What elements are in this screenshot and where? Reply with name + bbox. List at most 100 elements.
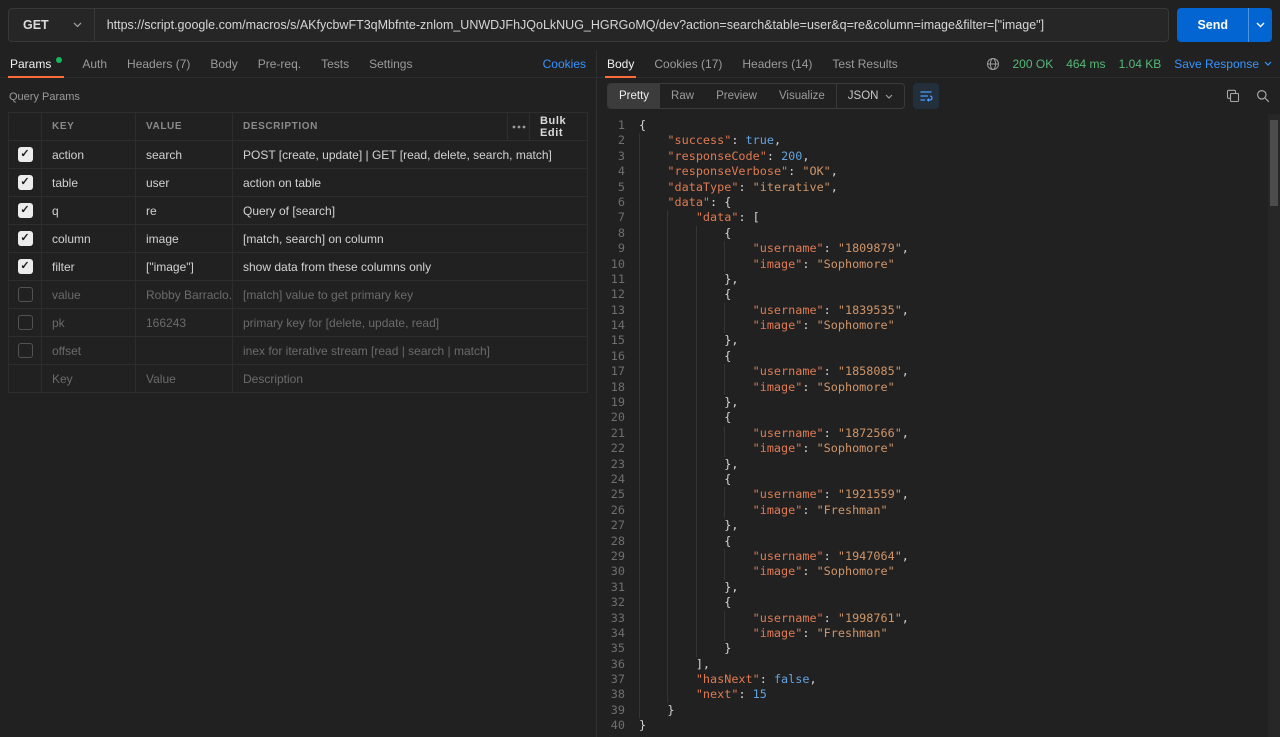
- param-key-cell[interactable]: column: [41, 225, 135, 252]
- request-tab-tests[interactable]: Tests: [311, 50, 359, 77]
- code-token: "1947064": [838, 549, 902, 563]
- save-response-button[interactable]: Save Response: [1174, 57, 1272, 71]
- response-tab-test-results[interactable]: Test Results: [822, 50, 907, 77]
- param-description-cell[interactable]: POST [create, update] | GET [read, delet…: [232, 141, 587, 168]
- param-enabled-checkbox[interactable]: [18, 343, 33, 358]
- param-value-cell[interactable]: search: [135, 141, 232, 168]
- param-key-cell[interactable]: value: [41, 281, 135, 308]
- indent-guide: [696, 564, 724, 579]
- param-value-input[interactable]: Value: [135, 365, 232, 392]
- view-tab-raw[interactable]: Raw: [660, 84, 705, 108]
- method-select[interactable]: GET: [9, 9, 95, 41]
- param-key-cell[interactable]: action: [41, 141, 135, 168]
- request-tab-settings[interactable]: Settings: [359, 50, 422, 77]
- indent-guide: [639, 441, 667, 456]
- param-checkbox-cell: [9, 197, 41, 224]
- request-tab-auth[interactable]: Auth: [72, 50, 117, 77]
- param-enabled-checkbox[interactable]: [18, 175, 33, 190]
- request-tab-headers-7[interactable]: Headers (7): [117, 50, 200, 77]
- tab-label: Body: [607, 57, 634, 71]
- copy-icon[interactable]: [1226, 89, 1240, 103]
- param-enabled-checkbox[interactable]: [18, 147, 33, 162]
- request-tab-params[interactable]: Params: [8, 50, 72, 77]
- request-tab-pre-req[interactable]: Pre-req.: [248, 50, 311, 77]
- code-text: "next": 15: [639, 687, 1280, 702]
- scrollbar-thumb[interactable]: [1270, 120, 1278, 206]
- param-description-cell[interactable]: show data from these columns only: [232, 253, 587, 280]
- param-checkbox-cell: [9, 365, 41, 392]
- view-tab-pretty[interactable]: Pretty: [608, 84, 660, 108]
- cookies-link[interactable]: Cookies: [543, 57, 588, 71]
- indent-guide: [696, 518, 724, 533]
- code-token: "responseCode": [667, 149, 766, 163]
- indent-guide: [667, 364, 695, 379]
- param-key-cell[interactable]: filter: [41, 253, 135, 280]
- code-token: }: [667, 703, 674, 717]
- request-tab-body[interactable]: Body: [200, 50, 247, 77]
- globe-icon[interactable]: [986, 57, 1000, 71]
- param-value-cell[interactable]: re: [135, 197, 232, 224]
- indent-guide: [696, 257, 724, 272]
- param-value-cell[interactable]: Robby Barraclo...: [135, 281, 232, 308]
- line-number: 34: [597, 626, 639, 641]
- param-key-cell[interactable]: table: [41, 169, 135, 196]
- param-checkbox-cell: [9, 225, 41, 252]
- send-options-button[interactable]: [1248, 8, 1272, 42]
- param-description-cell[interactable]: primary key for [delete, update, read]: [232, 309, 587, 336]
- scrollbar-track[interactable]: [1268, 114, 1280, 737]
- param-value-cell[interactable]: ["image"]: [135, 253, 232, 280]
- param-value-cell[interactable]: image: [135, 225, 232, 252]
- response-tabs: Body Cookies (17)Headers (14)Test Results: [605, 50, 908, 77]
- param-value-cell[interactable]: user: [135, 169, 232, 196]
- send-button[interactable]: Send: [1177, 8, 1248, 42]
- code-token: "Sophomore": [817, 380, 895, 394]
- indent-guide: [639, 487, 667, 502]
- view-tab-visualize[interactable]: Visualize: [768, 84, 836, 108]
- param-key-input[interactable]: Key: [41, 365, 135, 392]
- code-token: 200: [781, 149, 802, 163]
- response-tab-cookies-17[interactable]: Cookies (17): [644, 50, 732, 77]
- view-tab-preview[interactable]: Preview: [705, 84, 768, 108]
- code-token: "Sophomore": [817, 564, 895, 578]
- language-select[interactable]: JSON: [836, 84, 905, 108]
- param-enabled-checkbox[interactable]: [18, 231, 33, 246]
- indent-guide: [696, 272, 724, 287]
- param-description-cell[interactable]: inex for iterative stream [read | search…: [232, 337, 587, 364]
- indent-guide: [639, 133, 667, 148]
- param-description-cell[interactable]: action on table: [232, 169, 587, 196]
- param-value-cell[interactable]: [135, 337, 232, 364]
- param-enabled-checkbox[interactable]: [18, 315, 33, 330]
- param-key-cell[interactable]: offset: [41, 337, 135, 364]
- code-text: {: [639, 118, 1280, 133]
- param-enabled-checkbox[interactable]: [18, 287, 33, 302]
- indent-guide: [667, 318, 695, 333]
- param-enabled-checkbox[interactable]: [18, 259, 33, 274]
- code-token: "username": [753, 487, 824, 501]
- request-url-bar: GET https://script.google.com/macros/s/A…: [0, 0, 1280, 50]
- param-description-cell[interactable]: Query of [search]: [232, 197, 587, 224]
- line-number: 33: [597, 611, 639, 626]
- tab-label: Headers (7): [127, 57, 190, 71]
- tab-label: Params: [10, 57, 51, 71]
- param-description-input[interactable]: Description: [232, 365, 587, 392]
- param-key-cell[interactable]: pk: [41, 309, 135, 336]
- bulk-edit-button[interactable]: Bulk Edit: [529, 113, 587, 140]
- line-number: 7: [597, 210, 639, 225]
- param-key-cell[interactable]: q: [41, 197, 135, 224]
- code-token: "hasNext": [696, 672, 760, 686]
- response-tab-body[interactable]: Body: [605, 50, 644, 77]
- search-icon[interactable]: [1256, 89, 1270, 103]
- param-value-cell[interactable]: 166243: [135, 309, 232, 336]
- indent-guide: [696, 487, 724, 502]
- wrap-text-icon[interactable]: [913, 83, 939, 109]
- param-enabled-checkbox[interactable]: [18, 203, 33, 218]
- more-actions-icon[interactable]: [507, 113, 529, 140]
- param-description-cell[interactable]: [match, search] on column: [232, 225, 587, 252]
- app-root: GET https://script.google.com/macros/s/A…: [0, 0, 1280, 737]
- indent-guide: [639, 595, 667, 610]
- indent-guide: [667, 487, 695, 502]
- url-input[interactable]: https://script.google.com/macros/s/AKfyc…: [95, 9, 1169, 41]
- code-token: :: [802, 257, 816, 271]
- param-description-cell[interactable]: [match] value to get primary key: [232, 281, 587, 308]
- response-tab-headers-14[interactable]: Headers (14): [732, 50, 822, 77]
